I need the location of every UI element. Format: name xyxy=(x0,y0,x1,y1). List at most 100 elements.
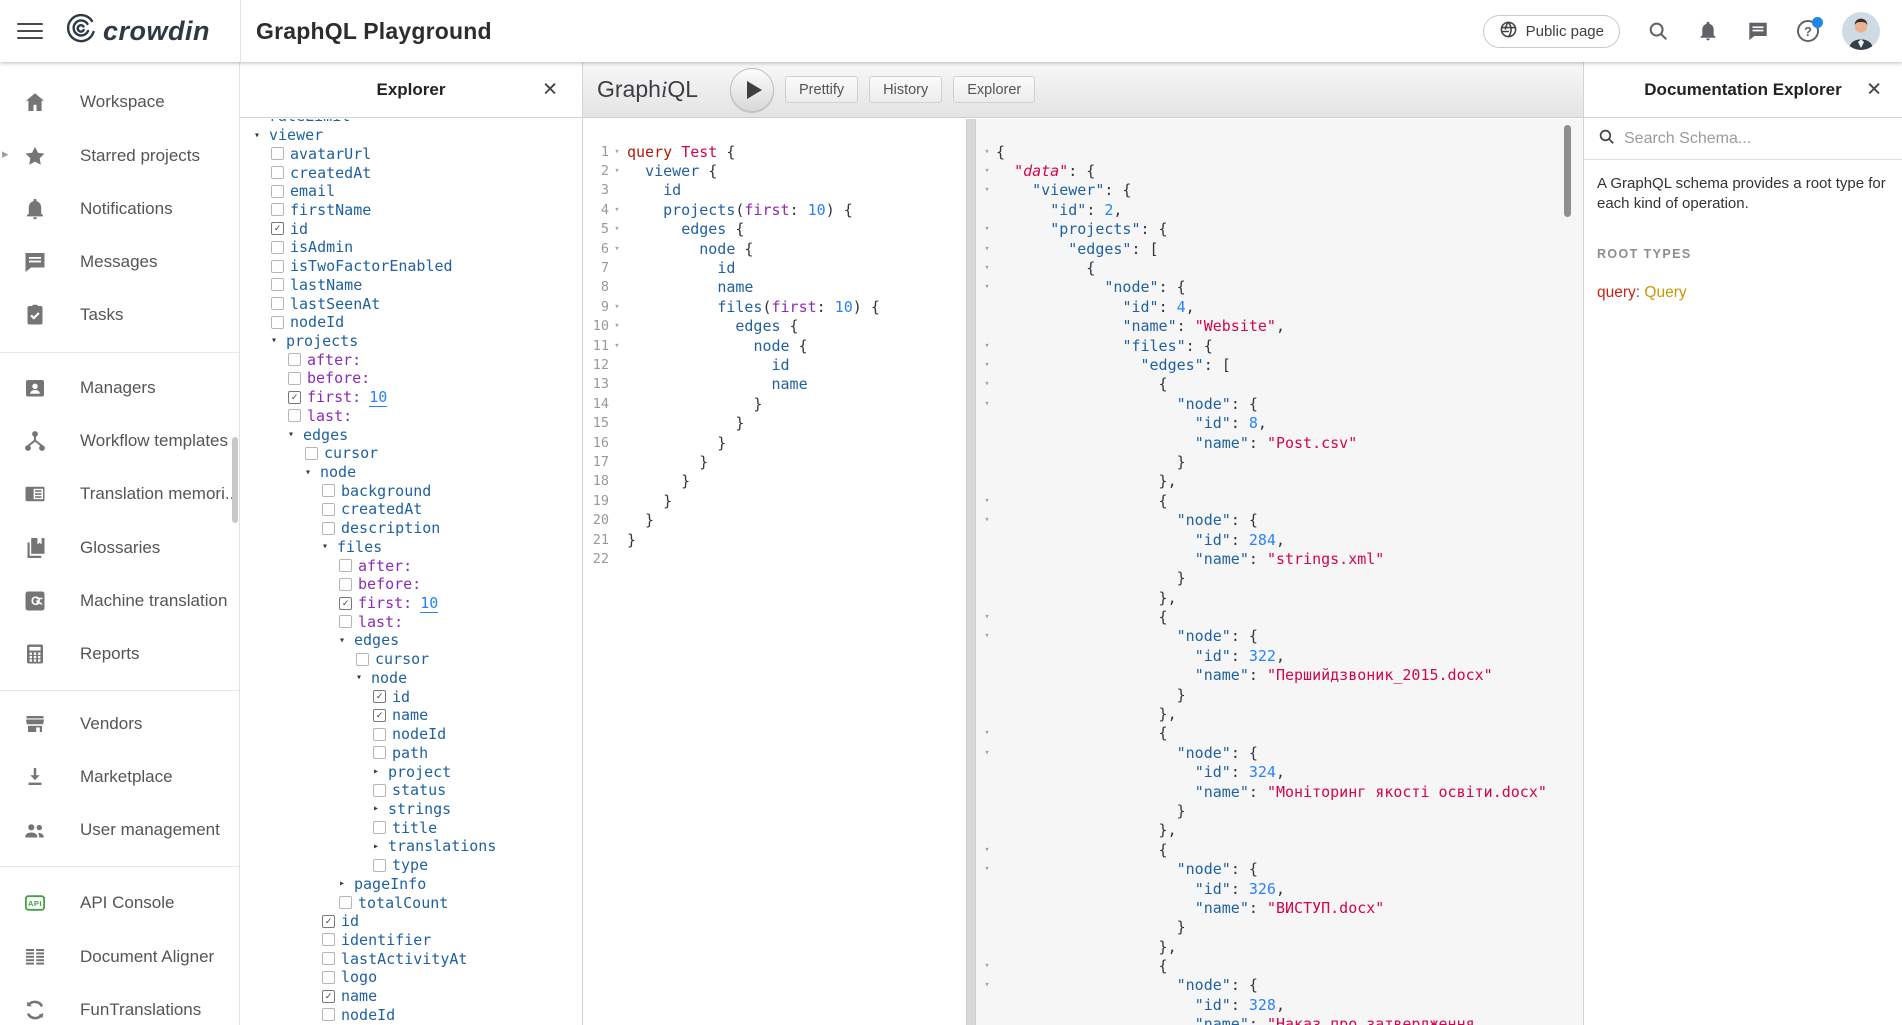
tree-row-createdat[interactable]: createdAt xyxy=(240,500,582,519)
messages-chat-icon[interactable] xyxy=(1746,19,1770,43)
checkbox[interactable] xyxy=(339,896,352,909)
checkbox[interactable] xyxy=(271,316,284,329)
tree-row-type[interactable]: type xyxy=(240,856,582,875)
tree-row-lastseenat[interactable]: lastSeenAt xyxy=(240,294,582,313)
sidebar-item-tasks[interactable]: Tasks xyxy=(0,289,239,342)
fold-icon[interactable]: ▾ xyxy=(976,748,994,758)
checkbox[interactable] xyxy=(305,447,318,460)
fold-icon[interactable]: ▾ xyxy=(976,379,994,389)
checkbox[interactable] xyxy=(271,278,284,291)
tree-row-last[interactable]: last: xyxy=(240,612,582,631)
explorer-tree[interactable]: ▸rateLimit▾vieweravatarUrlcreatedAtemail… xyxy=(240,119,582,1025)
fold-icon[interactable]: ▾ xyxy=(976,399,994,409)
fold-icon[interactable]: ▾ xyxy=(609,224,625,234)
tree-row-viewer[interactable]: ▾viewer xyxy=(240,126,582,145)
tree-row-avatarurl[interactable]: avatarUrl xyxy=(240,144,582,163)
sidebar-item-messages[interactable]: Messages xyxy=(0,236,239,289)
sidebar-item-translation-memori[interactable]: Translation memori... xyxy=(0,468,239,521)
tree-row-last[interactable]: last: xyxy=(240,407,582,426)
checkbox[interactable]: ✓ xyxy=(288,391,301,404)
tree-row-istwofactorenabled[interactable]: isTwoFactorEnabled xyxy=(240,257,582,276)
tree-row-before[interactable]: before: xyxy=(240,575,582,594)
doc-close-icon[interactable]: ✕ xyxy=(1866,78,1882,101)
root-query-field[interactable]: query xyxy=(1597,284,1636,301)
fold-icon[interactable]: ▾ xyxy=(976,612,994,622)
fold-icon[interactable]: ▾ xyxy=(609,244,625,254)
checkbox[interactable] xyxy=(322,952,335,965)
checkbox[interactable]: ✓ xyxy=(322,915,335,928)
checkbox[interactable] xyxy=(322,503,335,516)
checkbox[interactable] xyxy=(339,578,352,591)
explorer-toggle-button[interactable]: Explorer xyxy=(953,76,1035,103)
fold-icon[interactable]: ▾ xyxy=(609,341,625,351)
chevron-down-icon[interactable]: ▾ xyxy=(288,429,303,440)
argument-value[interactable]: 10 xyxy=(420,594,438,613)
editor-response-splitter[interactable] xyxy=(966,119,976,1025)
checkbox[interactable]: ✓ xyxy=(339,597,352,610)
tree-row-edges[interactable]: ▾edges xyxy=(240,425,582,444)
schema-search-input[interactable] xyxy=(1624,130,1854,148)
fold-icon[interactable]: ▾ xyxy=(976,147,994,157)
chevron-down-icon[interactable]: ▾ xyxy=(254,130,269,141)
starred-projects-flyout-caret-icon[interactable]: ▸ xyxy=(2,146,9,162)
chevron-right-icon[interactable]: ▸ xyxy=(254,119,269,122)
tree-row-before[interactable]: before: xyxy=(240,369,582,388)
tree-row-title[interactable]: title xyxy=(240,818,582,837)
sidebar-item-funtranslations[interactable]: FunTranslations xyxy=(0,984,239,1025)
checkbox[interactable] xyxy=(322,1008,335,1021)
tree-row-ratelimit[interactable]: ▸rateLimit xyxy=(240,119,582,126)
tree-row-translations[interactable]: ▸translations xyxy=(240,837,582,856)
tree-row-id[interactable]: ✓id xyxy=(240,912,582,931)
fold-icon[interactable]: ▾ xyxy=(976,728,994,738)
history-button[interactable]: History xyxy=(869,76,942,103)
search-icon[interactable] xyxy=(1646,19,1670,43)
chevron-right-icon[interactable]: ▸ xyxy=(339,878,354,889)
sidebar-item-vendors[interactable]: Vendors xyxy=(0,698,239,751)
sidebar-item-notifications[interactable]: Notifications xyxy=(0,183,239,236)
tree-row-cursor[interactable]: cursor xyxy=(240,650,582,669)
sidebar-item-managers[interactable]: Managers xyxy=(0,362,239,415)
tree-row-cursor[interactable]: cursor xyxy=(240,444,582,463)
checkbox[interactable] xyxy=(373,821,386,834)
response-scrollbar[interactable] xyxy=(1564,125,1571,217)
checkbox[interactable] xyxy=(339,615,352,628)
checkbox[interactable] xyxy=(271,147,284,160)
crowdin-logo[interactable]: crowdin xyxy=(63,12,210,51)
tree-row-firstname[interactable]: firstName xyxy=(240,201,582,220)
fold-icon[interactable]: ▾ xyxy=(609,205,625,215)
tree-row-nodeid[interactable]: nodeId xyxy=(240,313,582,332)
checkbox[interactable]: ✓ xyxy=(373,690,386,703)
tree-row-background[interactable]: background xyxy=(240,481,582,500)
tree-row-createdat[interactable]: createdAt xyxy=(240,163,582,182)
tree-row-pageinfo[interactable]: ▸pageInfo xyxy=(240,874,582,893)
tree-row-nodeid[interactable]: nodeId xyxy=(240,725,582,744)
chevron-down-icon[interactable]: ▾ xyxy=(322,541,337,552)
tree-row-logo[interactable]: logo xyxy=(240,968,582,987)
fold-icon[interactable]: ▾ xyxy=(976,845,994,855)
fold-icon[interactable]: ▾ xyxy=(976,496,994,506)
tree-row-id[interactable]: ✓id xyxy=(240,219,582,238)
fold-icon[interactable]: ▾ xyxy=(976,515,994,525)
tree-row-strings[interactable]: ▸strings xyxy=(240,800,582,819)
chevron-down-icon[interactable]: ▾ xyxy=(305,467,320,478)
fold-icon[interactable]: ▾ xyxy=(976,360,994,370)
sidebar-item-marketplace[interactable]: Marketplace xyxy=(0,751,239,804)
sidebar-item-glossaries[interactable]: Glossaries xyxy=(0,522,239,575)
query-editor[interactable]: 1▾query Test {2▾ viewer {3 id4▾ projects… xyxy=(583,119,966,1025)
checkbox[interactable] xyxy=(373,746,386,759)
tree-row-path[interactable]: path xyxy=(240,743,582,762)
fold-icon[interactable]: ▾ xyxy=(976,166,994,176)
response-pane[interactable]: ▾{▾ "data": {▾ "viewer": { "id": 2,▾ "pr… xyxy=(976,119,1583,1025)
prettify-button[interactable]: Prettify xyxy=(785,76,858,103)
sidebar-item-machine-translation[interactable]: GMachine translation xyxy=(0,575,239,628)
avatar[interactable] xyxy=(1842,12,1880,50)
fold-icon[interactable]: ▾ xyxy=(976,341,994,351)
tree-row-edges[interactable]: ▾edges xyxy=(240,631,582,650)
checkbox[interactable] xyxy=(288,353,301,366)
notifications-bell-icon[interactable] xyxy=(1696,19,1720,43)
explorer-close-icon[interactable]: ✕ xyxy=(542,78,558,101)
checkbox[interactable] xyxy=(322,971,335,984)
sidebar-item-api-console[interactable]: APIAPI Console xyxy=(0,877,239,930)
tree-row-after[interactable]: after: xyxy=(240,556,582,575)
checkbox[interactable] xyxy=(271,203,284,216)
